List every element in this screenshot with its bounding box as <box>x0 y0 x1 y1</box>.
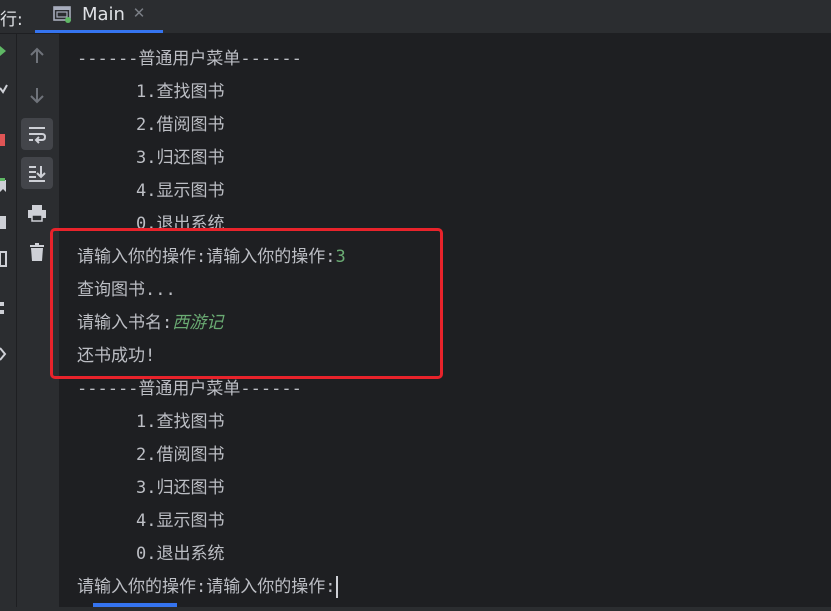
close-icon[interactable]: ✕ <box>132 6 146 21</box>
print-icon[interactable] <box>21 197 53 229</box>
menu-item: 2.借阅图书 <box>136 115 225 135</box>
tab-main-label: Main <box>82 4 125 25</box>
prompt-text: 请输入你的操作:请输入你的操作: <box>77 247 336 267</box>
prompt-text: 请输入书名: <box>77 313 173 333</box>
scrollbar-indicator[interactable] <box>93 603 177 607</box>
menu-title: ------普通用户菜单------ <box>77 379 302 399</box>
query-message: 查询图书... <box>77 280 176 300</box>
menu-item: 1.查找图书 <box>136 82 225 102</box>
stop-icon[interactable] <box>0 134 5 146</box>
up-arrow-icon[interactable] <box>21 40 53 72</box>
operation-prompt: 请输入你的操作:请输入你的操作:3 <box>77 243 346 271</box>
bookmark-icon[interactable] <box>0 178 6 192</box>
soft-wrap-icon[interactable] <box>21 118 53 150</box>
run-label: 行: <box>0 10 23 30</box>
user-input-value: 3 <box>335 247 346 267</box>
text-cursor <box>336 576 339 598</box>
pin-icon[interactable] <box>0 216 6 229</box>
menu-title: ------普通用户菜单------ <box>77 49 302 69</box>
down-arrow-icon[interactable] <box>21 79 53 111</box>
console-window-icon <box>53 6 72 23</box>
console-toolbar <box>17 34 59 607</box>
scroll-to-end-icon[interactable] <box>21 157 53 189</box>
prompt-text: 请输入你的操作:请输入你的操作: <box>77 577 336 597</box>
run-tool-window-header: 行: Main ✕ <box>0 0 831 34</box>
book-name-prompt: 请输入书名:西游记 <box>77 309 223 337</box>
operation-prompt: 请输入你的操作:请输入你的操作: <box>77 573 339 601</box>
user-input-value: 西游记 <box>172 313 224 333</box>
result-message: 还书成功! <box>77 346 156 366</box>
active-tab-indicator <box>35 30 163 33</box>
menu-item: 4.显示图书 <box>136 181 225 201</box>
menu-item: 3.归还图书 <box>136 148 225 168</box>
menu-item: 4.显示图书 <box>136 511 225 531</box>
menu-item: 1.查找图书 <box>136 412 225 432</box>
expand-icon[interactable] <box>0 347 7 361</box>
rerun-icon[interactable] <box>0 46 6 56</box>
layout-icon[interactable] <box>0 251 7 267</box>
run-actions-strip <box>0 34 17 607</box>
menu-item: 2.借阅图书 <box>136 445 225 465</box>
console-output[interactable]: ------普通用户菜单------ 1.查找图书 2.借阅图书 3.归还图书 … <box>59 34 831 607</box>
menu-item: 0.退出系统 <box>136 544 225 564</box>
trash-icon[interactable] <box>21 236 53 268</box>
more-icon[interactable] <box>0 302 4 314</box>
menu-item: 3.归还图书 <box>136 478 225 498</box>
tab-main[interactable]: Main ✕ <box>35 0 163 33</box>
menu-item: 0.退出系统 <box>136 214 225 234</box>
check-icon[interactable] <box>0 84 8 94</box>
